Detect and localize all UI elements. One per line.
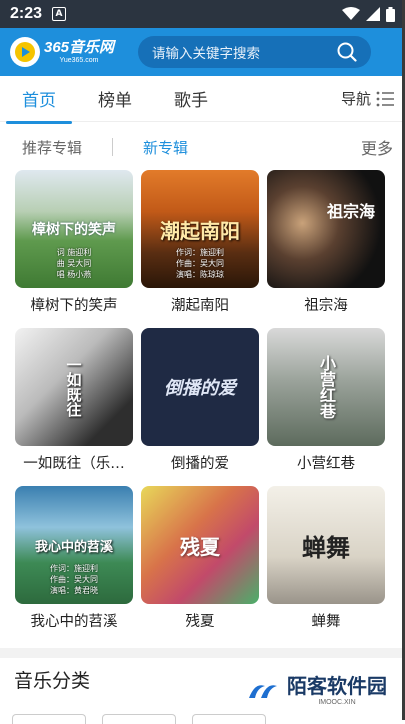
album-card[interactable]: 残夏 残夏 xyxy=(141,486,259,636)
album-cover[interactable]: 小营红巷 xyxy=(267,328,385,446)
cover-credit-line: 词 施迎利 xyxy=(56,248,92,257)
album-title: 祖宗海 xyxy=(304,298,348,314)
play-logo-icon xyxy=(10,37,40,67)
search-icon[interactable] xyxy=(337,42,357,62)
search-placeholder: 请输入关键字搜索 xyxy=(152,46,261,62)
album-cover[interactable]: 倒播的爱 xyxy=(141,328,259,446)
watermark: 陌客软件园 IMOOC.XIN xyxy=(245,676,387,706)
album-card[interactable]: 祖宗海 祖宗海 xyxy=(267,170,385,320)
album-card[interactable]: 倒播的爱 倒播的爱 xyxy=(141,328,259,478)
cover-credit-line: 唱 杨小燕 xyxy=(56,270,92,279)
album-cover[interactable]: 樟树下的笑声 词 施迎利曲 吴大同唱 杨小燕 xyxy=(15,170,133,288)
logo-title: 365音乐网 xyxy=(44,39,115,56)
cover-credit-line: 作曲：吴大同 xyxy=(176,259,224,268)
tab-charts[interactable]: 榜单 xyxy=(98,86,132,111)
album-cover[interactable]: 一如既往 xyxy=(15,328,133,446)
album-card[interactable]: 我心中的苕溪 作词：施迎利 作曲：吴大同 演唱：黄君晓 我心中的苕溪 xyxy=(15,486,133,636)
app-logo[interactable]: 365音乐网 Yue365.com xyxy=(10,37,114,67)
album-title: 残夏 xyxy=(185,614,215,630)
album-cover[interactable]: 残夏 xyxy=(141,486,259,604)
cover-credit-line: 作词：施迎利 xyxy=(176,248,224,257)
album-card[interactable]: 蝉舞 蝉舞 xyxy=(267,486,385,636)
subtab-divider xyxy=(112,138,114,156)
album-cover[interactable]: 祖宗海 xyxy=(267,170,385,288)
category-chip[interactable] xyxy=(12,714,86,724)
nav-menu-button[interactable]: 导航 xyxy=(341,88,395,109)
album-card[interactable]: 一如既往 一如既往（乐… xyxy=(15,328,133,478)
album-title: 樟树下的笑声 xyxy=(30,298,118,314)
wifi-icon xyxy=(342,7,360,20)
cover-credits: 词 施迎利曲 吴大同唱 杨小燕 xyxy=(15,247,133,280)
album-subtabs: 推荐专辑 新专辑 更多 xyxy=(0,130,405,164)
album-cover[interactable]: 蝉舞 xyxy=(267,486,385,604)
tab-home[interactable]: 首页 xyxy=(6,86,72,124)
battery-icon xyxy=(386,6,395,22)
album-title: 蝉舞 xyxy=(311,614,341,630)
album-card[interactable]: 潮起南阳 作词：施迎利 作曲：吴大同 演唱：陈琼琼 潮起南阳 xyxy=(141,170,259,320)
album-title: 倒播的爱 xyxy=(171,456,229,472)
subtab-recommended[interactable]: 推荐专辑 xyxy=(22,137,82,158)
album-title: 我心中的苕溪 xyxy=(30,614,118,630)
album-cover[interactable]: 潮起南阳 作词：施迎利 作曲：吴大同 演唱：陈琼琼 xyxy=(141,170,259,288)
cover-credit-line: 曲 吴大同 xyxy=(56,259,92,268)
album-title: 小营红巷 xyxy=(297,456,355,472)
album-card[interactable]: 樟树下的笑声 词 施迎利曲 吴大同唱 杨小燕 樟树下的笑声 xyxy=(15,170,133,320)
album-title: 一如既往（乐… xyxy=(23,456,125,472)
watermark-subtext: IMOOC.XIN xyxy=(318,699,356,706)
category-chip[interactable] xyxy=(102,714,176,724)
subtab-new-albums[interactable]: 新专辑 xyxy=(143,137,188,158)
app-header: 365音乐网 Yue365.com 请输入关键字搜索 xyxy=(0,28,405,76)
cover-credit-line: 作词：施迎利 xyxy=(50,564,98,573)
music-categories-heading: 音乐分类 xyxy=(14,670,91,692)
logo-subtitle: Yue365.com xyxy=(59,57,99,64)
tab-artists[interactable]: 歌手 xyxy=(174,86,208,111)
album-cover[interactable]: 我心中的苕溪 作词：施迎利 作曲：吴大同 演唱：黄君晓 xyxy=(15,486,133,604)
category-chips xyxy=(12,714,266,724)
cover-credits: 作词：施迎利 作曲：吴大同 演唱：黄君晓 xyxy=(15,563,133,596)
album-title: 潮起南阳 xyxy=(171,298,229,314)
status-bar: 2:23 A xyxy=(0,0,405,28)
cover-credits: 作词：施迎利 作曲：吴大同 演唱：陈琼琼 xyxy=(141,247,259,280)
album-card[interactable]: 小营红巷 小营红巷 xyxy=(267,328,385,478)
album-grid: 樟树下的笑声 词 施迎利曲 吴大同唱 杨小燕 樟树下的笑声 潮起南阳 作词：施迎… xyxy=(15,170,390,636)
category-chip[interactable] xyxy=(192,714,266,724)
search-input[interactable]: 请输入关键字搜索 xyxy=(138,36,372,68)
watermark-logo-icon xyxy=(249,685,277,698)
notification-a-icon: A xyxy=(52,7,67,21)
list-menu-icon xyxy=(376,91,394,106)
signal-icon xyxy=(366,7,380,21)
nav-label: 导航 xyxy=(340,90,371,108)
status-time: 2:23 xyxy=(10,5,43,22)
section-divider xyxy=(0,648,405,658)
cover-credit-line: 作曲：吴大同 xyxy=(50,575,98,584)
cover-credit-line: 演唱：黄君晓 xyxy=(50,586,98,595)
more-link[interactable]: 更多 xyxy=(361,135,393,159)
watermark-text: 陌客软件园 xyxy=(287,674,387,698)
cover-credit-line: 演唱：陈琼琼 xyxy=(176,270,224,279)
main-tabs: 首页 榜单 歌手 导航 xyxy=(0,76,405,124)
